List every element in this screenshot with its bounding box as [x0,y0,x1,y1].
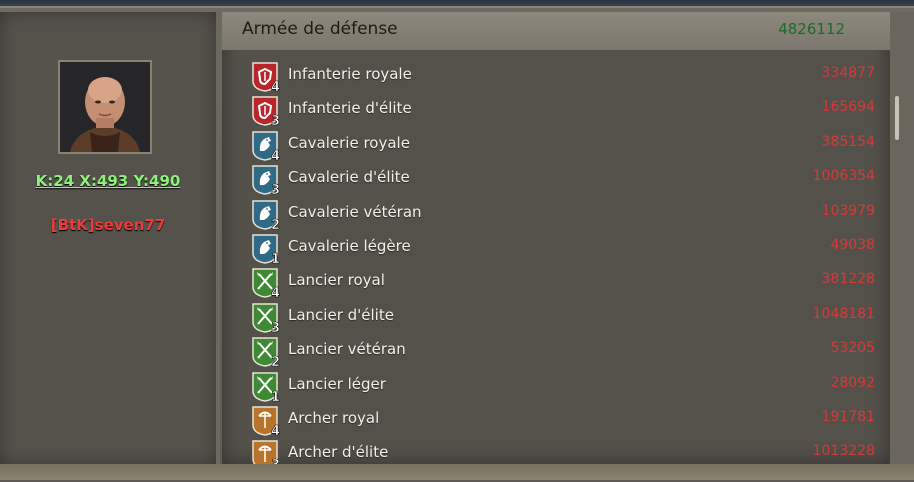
unit-name: Lancier royal [288,271,385,290]
infantry-shield-icon: 3 [250,94,280,130]
army-total: 4826112 [778,20,845,38]
scrollbar-thumb[interactable] [895,96,899,140]
svg-text:3: 3 [271,321,280,333]
army-panel: Armée de défense 4826112 4 Infanterie roy… [222,12,890,464]
archer-bow-icon: 4 [250,404,280,439]
spear-crossed-icon: 1 [250,370,280,405]
panel-edge [890,12,914,464]
spear-crossed-icon: 4 [250,266,280,302]
unit-name: Archer royal [288,409,380,427]
unit-name: Lancier léger [288,374,386,393]
infantry-shield-icon: 4 [250,60,280,95]
unit-count: 28092 [830,374,875,391]
bottom-border [0,464,914,480]
unit-name: Infanterie royale [288,65,412,83]
unit-name: Cavalerie légère [288,237,411,255]
unit-row: 1 Cavalerie légère 49038 [222,229,890,267]
unit-count: 103979 [821,202,875,219]
svg-text:1: 1 [271,252,280,264]
svg-text:3: 3 [271,114,280,126]
unit-count: 53205 [830,340,875,357]
unit-name: Archer d'élite [288,443,389,462]
unit-row: 4 Cavalerie royale 385154 [222,126,890,164]
spear-crossed-icon: 3 [250,301,280,336]
svg-text:4: 4 [271,424,280,436]
player-coordinates-link[interactable]: K:24 X:493 Y:490 [0,172,216,190]
cavalry-horse-icon: 4 [250,129,280,164]
unit-count: 385154 [821,133,875,150]
unit-row: 3 Cavalerie d'élite 1006354 [222,160,890,198]
svg-text:1: 1 [271,390,280,402]
cavalry-horse-icon: 3 [250,163,280,198]
unit-count: 1048181 [812,305,875,322]
cavalry-horse-icon: 1 [250,232,280,267]
unit-count: 334877 [821,65,875,81]
svg-text:2: 2 [271,355,280,367]
spear-crossed-icon: 2 [250,335,280,370]
player-avatar [58,60,152,154]
unit-row: 2 Lancier vétéran 53205 [222,332,890,370]
unit-name: Lancier d'élite [288,305,394,324]
svg-text:4: 4 [271,149,280,161]
archer-bow-icon: 3 [250,438,280,464]
svg-text:3: 3 [271,183,280,195]
unit-name: Lancier vétéran [288,340,406,359]
svg-text:2: 2 [271,218,280,230]
unit-count: 1006354 [812,168,875,185]
unit-row: 2 Cavalerie vétéran 103979 [222,195,890,233]
portrait-image [60,62,150,152]
unit-count: 381228 [821,271,875,288]
unit-row: 3 Lancier d'élite 1048181 [222,298,890,336]
svg-text:4: 4 [271,80,280,92]
unit-name: Cavalerie vétéran [288,202,422,221]
player-name: [BtK]seven77 [50,216,166,234]
cavalry-horse-icon: 2 [250,198,280,233]
svg-text:4: 4 [271,286,280,298]
unit-name: Cavalerie royale [288,133,410,152]
unit-count: 191781 [821,409,875,425]
unit-row: 4 Archer royal 191781 [222,401,890,439]
unit-row: 4 Infanterie royale 334877 [222,57,890,95]
unit-count: 49038 [830,237,875,253]
army-title: Armée de défense [242,19,398,39]
player-panel: K:24 X:493 Y:490 [BtK]seven77 [0,12,220,464]
unit-row: 1 Lancier léger 28092 [222,367,890,405]
unit-name: Cavalerie d'élite [288,168,410,187]
unit-row: 3 Infanterie d'élite 165694 [222,91,890,130]
unit-count: 1013228 [812,443,875,460]
unit-name: Infanterie d'élite [288,99,412,118]
army-header: Armée de défense 4826112 [222,12,890,50]
unit-row: 4 Lancier royal 381228 [222,263,890,302]
unit-count: 165694 [821,99,875,116]
unit-row: 3 Archer d'élite 1013228 [222,435,890,464]
